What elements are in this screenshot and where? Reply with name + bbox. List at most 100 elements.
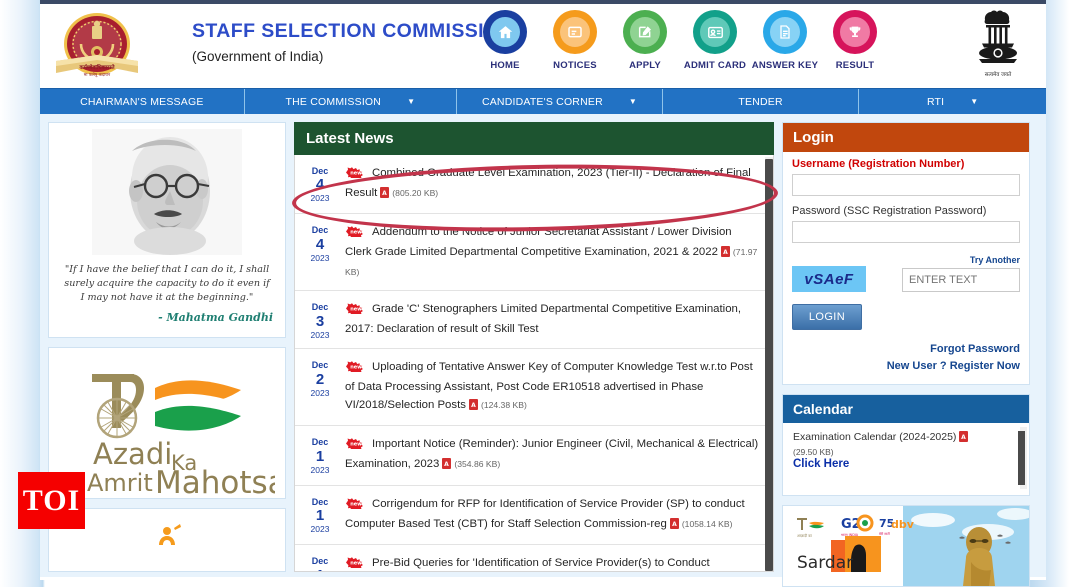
news-date: Dec 4 2023 bbox=[303, 165, 337, 204]
quicknav-result[interactable]: RESULT bbox=[820, 10, 890, 71]
gandhi-quote-card: "If I have the belief that I can do it, … bbox=[48, 122, 286, 338]
try-another-captcha-link[interactable]: Try Another bbox=[902, 255, 1020, 265]
news-item[interactable]: Dec 4 2023 new Addendum to the Notice of… bbox=[295, 214, 773, 292]
svg-text:A: A bbox=[382, 190, 387, 197]
quicknav-answer-key[interactable]: ANSWER KEY bbox=[750, 10, 820, 71]
svg-text:A: A bbox=[672, 521, 677, 528]
menu-label: RTI bbox=[926, 95, 945, 108]
quick-nav: HOME NOTICES APPLY ADMIT CARD ANSWER KEY… bbox=[470, 10, 890, 71]
news-date: Dec 3 2023 bbox=[303, 301, 337, 339]
news-text[interactable]: new Pre-Bid Queries for 'Identification … bbox=[337, 555, 759, 571]
news-text[interactable]: new Addendum to the Notice of Junior Sec… bbox=[337, 224, 759, 281]
news-scrollbar-track[interactable] bbox=[765, 157, 773, 571]
svg-text:new: new bbox=[350, 307, 362, 313]
site-subtitle: (Government of India) bbox=[192, 49, 324, 64]
pdf-icon[interactable]: A bbox=[468, 398, 478, 417]
svg-text:new: new bbox=[350, 501, 362, 507]
new-badge-icon: new bbox=[345, 438, 367, 456]
svg-text:मेरी माटी: मेरी माटी bbox=[879, 531, 890, 536]
quicknav-admit-card[interactable]: ADMIT CARD bbox=[680, 10, 750, 71]
svg-text:A: A bbox=[723, 249, 728, 256]
news-text[interactable]: new Uploading of Tentative Answer Key of… bbox=[337, 359, 759, 416]
news-item[interactable]: Dec 1 2023 new Corrigendum for RFP for I… bbox=[295, 486, 773, 546]
menu-label: CHAIRMAN'S MESSAGE bbox=[80, 95, 204, 108]
quicknav-home[interactable]: HOME bbox=[470, 10, 540, 71]
quicknav-label-result: RESULT bbox=[835, 60, 875, 71]
pdf-icon[interactable]: A bbox=[442, 458, 452, 476]
menu-item-tender[interactable]: TENDER bbox=[663, 89, 860, 114]
pdf-icon[interactable]: A bbox=[720, 246, 730, 264]
news-month: Dec bbox=[311, 556, 329, 567]
news-title: Grade 'C' Stenographers Limited Departme… bbox=[345, 303, 742, 336]
news-item[interactable]: Dec 4 2023 new Combined Graduate Level E… bbox=[295, 155, 773, 215]
svg-text:आज़ादी का: आज़ादी का bbox=[797, 533, 812, 538]
svg-text:A: A bbox=[962, 434, 967, 441]
register-link[interactable]: New User ? Register Now bbox=[792, 360, 1020, 372]
news-text[interactable]: new Combined Graduate Level Examination,… bbox=[337, 165, 759, 204]
quicknav-notices[interactable]: NOTICES bbox=[540, 10, 610, 71]
svg-text:new: new bbox=[350, 442, 362, 448]
username-input[interactable] bbox=[792, 174, 1020, 196]
news-year: 2023 bbox=[310, 387, 330, 398]
news-month: Dec bbox=[311, 166, 329, 176]
quicknav-label-apply: APPLY bbox=[629, 60, 661, 71]
news-day: 4 bbox=[315, 235, 325, 253]
news-date: Dec 1 2023 bbox=[303, 496, 337, 535]
quicknav-apply[interactable]: APPLY bbox=[610, 10, 680, 71]
password-input[interactable] bbox=[792, 221, 1020, 243]
sardar-banner[interactable]: Sardar आज़ादी का G2 भारत INDIA 75 dbv मे… bbox=[782, 505, 1030, 587]
news-text[interactable]: new Corrigendum for RFP for Identificati… bbox=[337, 496, 759, 535]
news-item[interactable]: Dec 1 2023 new Important Notice (Reminde… bbox=[295, 426, 773, 486]
pencil-edit-icon bbox=[623, 10, 667, 54]
menu-item-chairmans-message[interactable]: CHAIRMAN'S MESSAGE bbox=[40, 89, 245, 114]
svg-text:कर्मण्येवाधिकारस्ते: कर्मण्येवाधिकारस्ते bbox=[78, 64, 115, 71]
svg-text:मा फलेषु कदाचन: मा फलेषु कदाचन bbox=[84, 72, 111, 78]
news-text[interactable]: new Important Notice (Reminder): Junior … bbox=[337, 436, 759, 475]
chevron-down-icon: ▼ bbox=[628, 96, 637, 106]
ssc-emblem-logo[interactable]: कर्मण्येवाधिकारस्ते मा फलेषु कदाचन bbox=[48, 10, 146, 84]
calendar-scrollbar-track[interactable] bbox=[1018, 427, 1027, 489]
news-filesize: (124.38 KB) bbox=[480, 399, 527, 410]
menu-label: THE COMMISSION bbox=[285, 95, 382, 108]
trophy-icon bbox=[833, 10, 877, 54]
login-button[interactable]: LOGIN bbox=[792, 304, 862, 330]
news-item[interactable]: Dec 1 2023 new Pre-Bid Queries for 'Iden… bbox=[295, 545, 773, 571]
news-day: 1 bbox=[315, 507, 325, 525]
news-text[interactable]: new Grade 'C' Stenographers Limited Depa… bbox=[337, 301, 759, 339]
captcha-input[interactable] bbox=[902, 268, 1020, 292]
pdf-icon[interactable]: A bbox=[959, 431, 969, 445]
news-title: Pre-Bid Queries for 'Identification of S… bbox=[372, 557, 710, 570]
news-scrollbar-thumb[interactable] bbox=[765, 159, 773, 571]
calendar-filesize: (29.50 KB) bbox=[793, 447, 834, 457]
news-year: 2023 bbox=[310, 329, 330, 340]
login-panel: Login Username (Registration Number) Pas… bbox=[782, 122, 1030, 385]
pdf-icon[interactable]: A bbox=[669, 517, 679, 536]
svg-text:भारत INDIA: भारत INDIA bbox=[841, 533, 859, 537]
news-month: Dec bbox=[311, 437, 329, 448]
menu-item-the-commission[interactable]: THE COMMISSION ▼ bbox=[245, 89, 458, 114]
svg-text:new: new bbox=[350, 561, 362, 567]
news-day: 4 bbox=[315, 176, 325, 194]
pdf-icon[interactable]: A bbox=[380, 186, 390, 205]
news-year: 2023 bbox=[310, 193, 330, 204]
news-filesize: (805.20 KB) bbox=[392, 187, 439, 198]
calendar-scrollbar-thumb[interactable] bbox=[1018, 431, 1025, 485]
news-item[interactable]: Dec 3 2023 new Grade 'C' Stenographers L… bbox=[295, 291, 773, 350]
quicknav-label-admit-card: ADMIT CARD bbox=[683, 60, 747, 71]
latest-news-heading: Latest News bbox=[294, 122, 774, 155]
new-badge-icon: new bbox=[345, 361, 367, 379]
calendar-item[interactable]: Examination Calendar (2024-2025) A bbox=[793, 431, 1019, 445]
site-title-block: STAFF SELECTION COMMISSION (Government o… bbox=[192, 20, 514, 64]
menu-item-candidates-corner[interactable]: CANDIDATE'S CORNER ▼ bbox=[457, 89, 663, 114]
news-date: Dec 1 2023 bbox=[303, 436, 337, 475]
password-label: Password (SSC Registration Password) bbox=[792, 205, 987, 217]
news-month: Dec bbox=[311, 360, 329, 371]
document-icon bbox=[763, 10, 807, 54]
calendar-click-here-link[interactable]: Click Here bbox=[793, 458, 1019, 470]
forgot-password-link[interactable]: Forgot Password bbox=[792, 343, 1020, 355]
news-item[interactable]: Dec 2 2023 new Uploading of Tentative An… bbox=[295, 349, 773, 427]
menu-item-rti[interactable]: RTI ▼ bbox=[859, 89, 1046, 114]
captcha-image: vSAeF bbox=[792, 266, 866, 292]
new-badge-icon: new bbox=[345, 557, 367, 571]
site-header: कर्मण्येवाधिकारस्ते मा फलेषु कदाचन STAFF… bbox=[40, 4, 1046, 88]
